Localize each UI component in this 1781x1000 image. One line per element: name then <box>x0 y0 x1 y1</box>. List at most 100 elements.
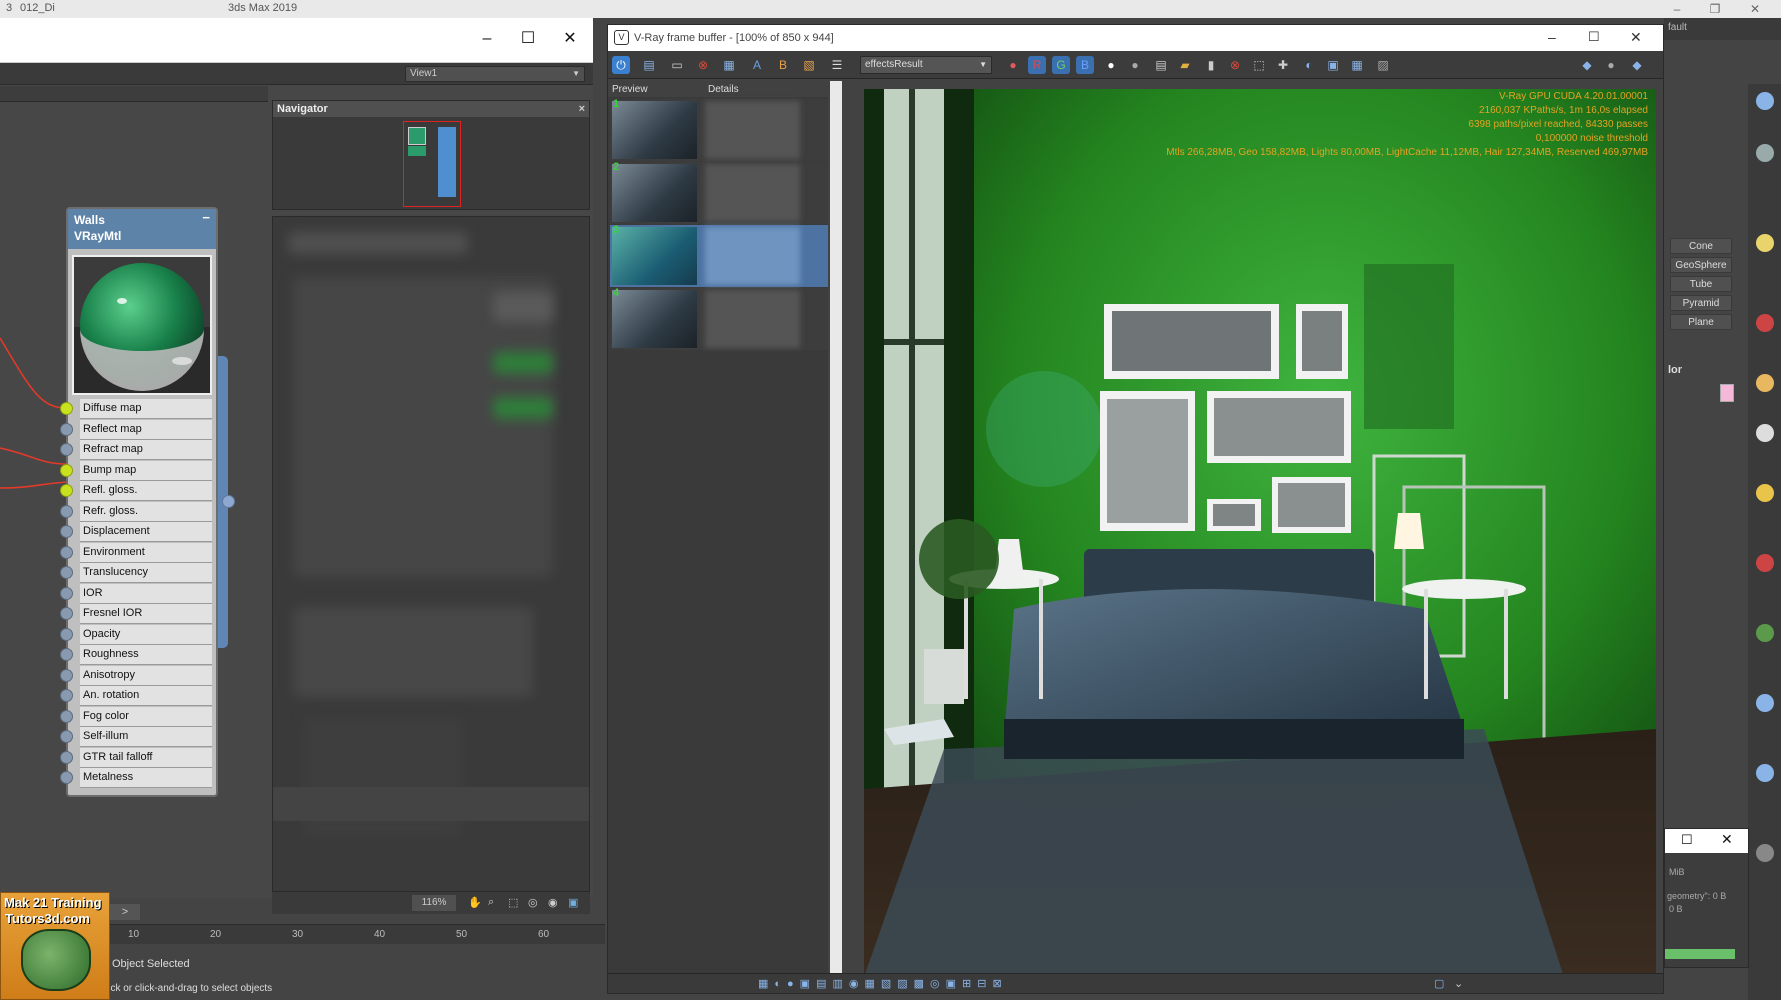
frame-icon[interactable]: ▣ <box>568 896 578 909</box>
material-slot[interactable]: Roughness <box>60 645 216 665</box>
node-output-socket[interactable] <box>222 495 235 508</box>
slate-maximize-button[interactable]: ☐ <box>513 26 543 52</box>
chevron-down-icon[interactable]: ⌄ <box>1454 977 1463 990</box>
mono-icon[interactable]: ● <box>1126 56 1144 74</box>
camera-icon[interactable] <box>1756 314 1774 332</box>
save-icon[interactable]: ▤ <box>640 56 658 74</box>
material-slot[interactable]: Refract map <box>60 440 216 460</box>
view-select[interactable]: View1 ▼ <box>405 66 585 82</box>
track-icon[interactable]: ✚ <box>1274 56 1292 74</box>
lut-icon[interactable]: ▦ <box>1348 56 1366 74</box>
material-slot[interactable]: Fog color <box>60 706 216 727</box>
slot-socket-icon[interactable] <box>60 463 73 477</box>
render-icon[interactable]: ◆ <box>1578 56 1596 74</box>
light-icon[interactable] <box>1756 234 1774 252</box>
material-slot[interactable]: Fresnel IOR <box>60 604 216 624</box>
channel-select[interactable]: effectsResult ▼ <box>860 56 992 74</box>
zoom-select[interactable]: 116% <box>412 895 456 911</box>
interactive-icon[interactable]: ● <box>1602 56 1620 74</box>
sphere-icon[interactable] <box>1756 424 1774 442</box>
material-slot[interactable]: Reflect map <box>60 419 216 440</box>
slot-socket-icon[interactable] <box>60 566 73 579</box>
lens-icon[interactable]: ◐ <box>1300 56 1318 74</box>
slot-socket-icon[interactable] <box>60 586 73 600</box>
material-slot[interactable]: Bump map <box>60 460 216 481</box>
max-minimize-button[interactable]: – <box>1662 0 1692 18</box>
slot-socket-icon[interactable] <box>60 402 73 415</box>
rgb-icon[interactable]: ● <box>1004 56 1022 74</box>
sun-icon[interactable] <box>1756 484 1774 502</box>
vfb-minimize-button[interactable]: – <box>1548 29 1556 45</box>
slot-socket-icon[interactable] <box>60 545 73 559</box>
history-scrollbar[interactable] <box>830 81 842 993</box>
workspace-select[interactable]: fault <box>1664 18 1781 40</box>
primitive-tube-button[interactable]: Tube <box>1670 276 1732 292</box>
vfb-bottom-icons[interactable]: ▦◐●▣▤▥◉▦▧▨▩◎▣⊞⊟⊠ <box>758 977 1008 990</box>
image-icon[interactable]: ▧ <box>800 56 818 74</box>
history-item[interactable]: 4 <box>610 287 828 350</box>
material-slot[interactable]: GTR tail falloff <box>60 747 216 768</box>
vfb-fit-icon[interactable]: ▢ <box>1434 977 1444 990</box>
menu-icon[interactable]: ☰ <box>828 56 846 74</box>
slot-socket-icon[interactable] <box>60 771 73 784</box>
slot-socket-icon[interactable] <box>60 730 73 743</box>
open-icon[interactable]: ▰ <box>1176 56 1194 74</box>
timeline[interactable]: 10 20 30 40 50 60 <box>110 924 605 944</box>
slot-socket-icon[interactable] <box>60 750 73 764</box>
plant-icon[interactable] <box>1756 624 1774 642</box>
blue-channel-icon[interactable]: B <box>1076 56 1094 74</box>
options-icon[interactable]: ▨ <box>1374 56 1392 74</box>
copy-icon[interactable]: ▭ <box>668 56 686 74</box>
primitive-cone-button[interactable]: Cone <box>1670 238 1732 254</box>
collapse-icon[interactable]: − <box>202 210 210 226</box>
material-slot[interactable]: Opacity <box>60 624 216 645</box>
region-icon[interactable]: ⬚ <box>1250 56 1268 74</box>
material-slot[interactable]: An. rotation <box>60 686 216 706</box>
slot-socket-icon[interactable] <box>60 443 73 456</box>
vfb-close-button[interactable]: ✕ <box>1630 29 1642 46</box>
save-image-icon[interactable]: ▤ <box>1152 56 1170 74</box>
history-icon[interactable]: ▦ <box>720 56 738 74</box>
material-slot[interactable]: Refl. gloss. <box>60 481 216 501</box>
red-channel-icon[interactable]: R <box>1028 56 1046 74</box>
navigator-view-rect[interactable] <box>403 121 461 207</box>
trash-icon[interactable]: ▮ <box>1202 56 1220 74</box>
zoom-extents-icon[interactable]: ◎ <box>528 896 538 909</box>
globe-icon[interactable] <box>1756 694 1774 712</box>
vfb-maximize-button[interactable]: ☐ <box>1588 29 1600 45</box>
power-icon[interactable]: ⏻ <box>612 56 630 74</box>
grid-icon[interactable] <box>1756 144 1774 162</box>
node-header[interactable]: Walls VRayMtl − <box>68 209 216 249</box>
render-settings-icon[interactable] <box>1756 764 1774 782</box>
history-item[interactable]: 3 <box>610 224 828 287</box>
slot-socket-icon[interactable] <box>60 484 73 497</box>
green-channel-icon[interactable]: G <box>1052 56 1070 74</box>
stats-icon[interactable]: ▣ <box>1324 56 1342 74</box>
primitive-pyramid-button[interactable]: Pyramid <box>1670 295 1732 311</box>
slot-socket-icon[interactable] <box>60 525 73 538</box>
slot-socket-icon[interactable] <box>60 504 73 518</box>
alpha-icon[interactable]: ● <box>1102 56 1120 74</box>
slot-socket-icon[interactable] <box>60 422 73 436</box>
slot-socket-icon[interactable] <box>60 668 73 682</box>
maximize-icon[interactable]: ☐ <box>1681 832 1693 848</box>
material-slot[interactable]: Anisotropy <box>60 665 216 686</box>
help-icon[interactable] <box>1756 844 1774 862</box>
teapot-render-icon[interactable]: ◆ <box>1628 56 1646 74</box>
timeline-next-button[interactable]: > <box>110 904 140 920</box>
material-slot[interactable]: Metalness <box>60 768 216 788</box>
object-color-swatch[interactable] <box>1720 384 1734 402</box>
material-slot[interactable]: IOR <box>60 583 216 604</box>
cylinder-icon[interactable] <box>1756 374 1774 392</box>
material-slot[interactable]: Diffuse map <box>60 399 216 419</box>
slot-socket-icon[interactable] <box>60 709 73 723</box>
zoom-icon[interactable]: ⌕ <box>488 896 494 909</box>
primitive-plane-button[interactable]: Plane <box>1670 314 1732 330</box>
pipe-icon[interactable] <box>1756 554 1774 572</box>
clear-icon[interactable]: ⊗ <box>694 56 712 74</box>
material-slot[interactable]: Self-illum <box>60 727 216 747</box>
slot-socket-icon[interactable] <box>60 607 73 620</box>
close-icon[interactable]: × <box>579 101 585 117</box>
stop-render-icon[interactable]: ⊗ <box>1226 56 1244 74</box>
slot-socket-icon[interactable] <box>60 648 73 661</box>
